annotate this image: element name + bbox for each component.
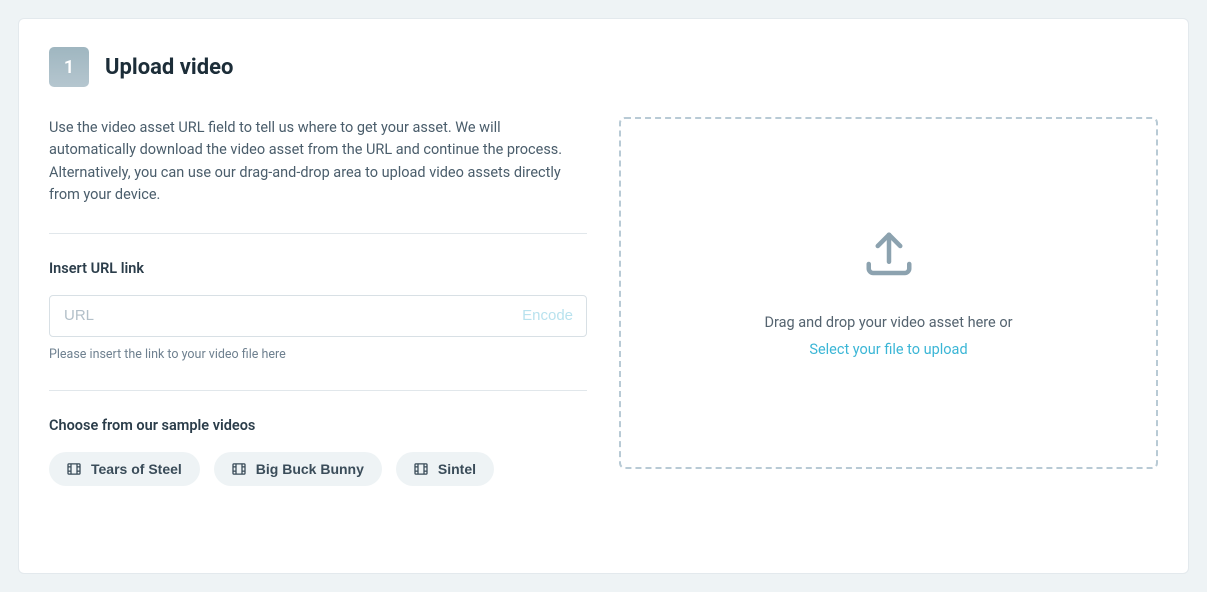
sample-chip-label: Tears of Steel [91, 461, 182, 477]
divider [49, 390, 587, 391]
sample-chip-sintel[interactable]: Sintel [396, 452, 494, 486]
content-row: Use the video asset URL field to tell us… [49, 117, 1158, 486]
dropzone-text: Drag and drop your video asset here or [764, 314, 1012, 331]
sample-chip-label: Sintel [438, 461, 476, 477]
step-number-badge: 1 [49, 47, 89, 87]
divider [49, 233, 587, 234]
movie-icon [67, 463, 81, 475]
sample-chip-tears-of-steel[interactable]: Tears of Steel [49, 452, 200, 486]
select-file-link[interactable]: Select your file to upload [809, 341, 967, 358]
sample-chips: Tears of Steel Big [49, 452, 587, 486]
step-header: 1 Upload video [49, 47, 1158, 87]
right-column: Drag and drop your video asset here or S… [619, 117, 1158, 469]
upload-video-card: 1 Upload video Use the video asset URL f… [18, 18, 1189, 574]
url-input-wrap: Encode [49, 295, 587, 337]
upload-icon [862, 228, 916, 286]
left-column: Use the video asset URL field to tell us… [49, 117, 587, 486]
url-input[interactable] [49, 295, 587, 337]
movie-icon [232, 463, 246, 475]
step-description: Use the video asset URL field to tell us… [49, 117, 587, 207]
url-hint: Please insert the link to your video fil… [49, 347, 587, 362]
step-title: Upload video [105, 55, 233, 80]
dropzone[interactable]: Drag and drop your video asset here or S… [619, 117, 1158, 469]
samples-label: Choose from our sample videos [49, 417, 587, 434]
sample-chip-big-buck-bunny[interactable]: Big Buck Bunny [214, 452, 382, 486]
sample-chip-label: Big Buck Bunny [256, 461, 364, 477]
movie-icon [414, 463, 428, 475]
encode-button[interactable]: Encode [522, 295, 573, 337]
url-field-label: Insert URL link [49, 260, 587, 277]
